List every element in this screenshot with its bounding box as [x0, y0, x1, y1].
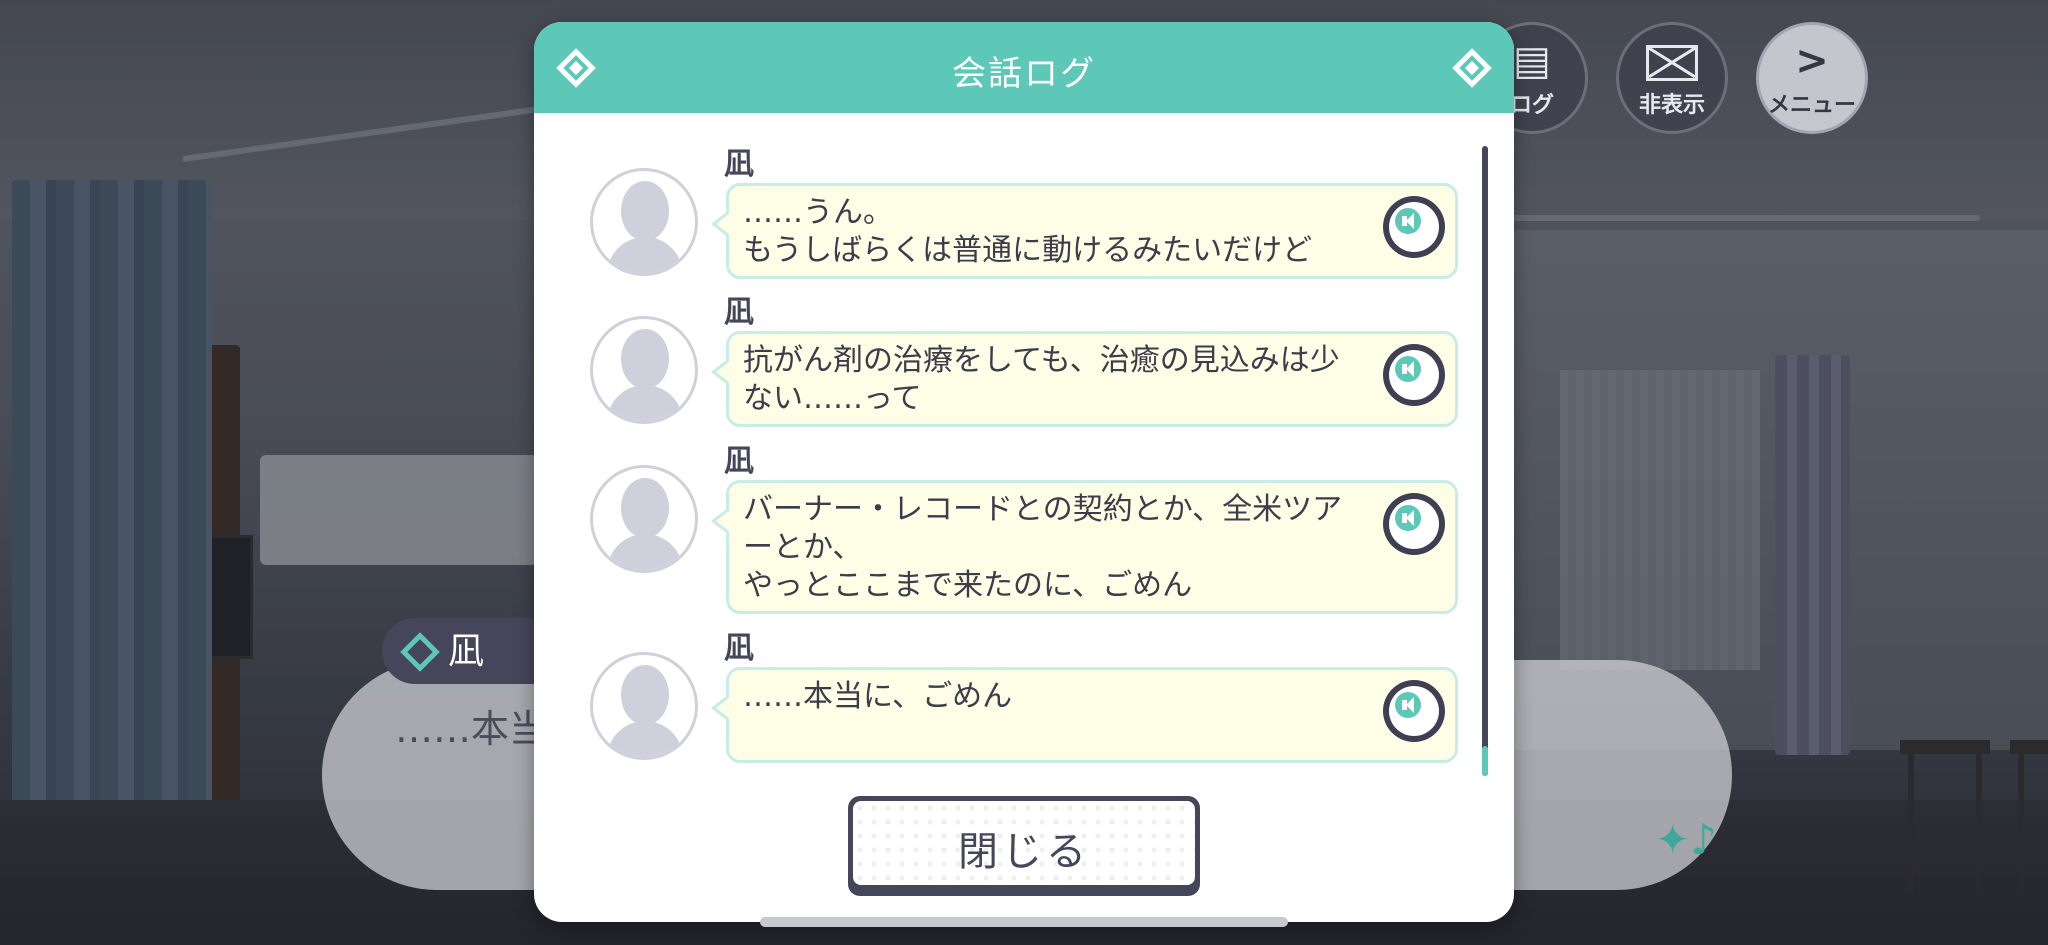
speaker-icon: [1395, 505, 1421, 531]
modal-header: 会話ログ: [534, 22, 1514, 113]
dialogue-speaker: 凪: [448, 631, 485, 672]
log-text: 抗がん剤の治療をしても、治癒の見込みは少 ない……って: [743, 343, 1340, 416]
log-speaker: 凪: [724, 147, 754, 182]
dialogue-text: ……本当: [395, 707, 548, 751]
log-speaker: 凪: [724, 444, 754, 479]
speaker-icon: [1395, 692, 1421, 718]
speaker-icon: [1395, 208, 1421, 234]
close-button[interactable]: 閉じる: [848, 796, 1200, 896]
menu-button[interactable]: > メニュー: [1756, 22, 1868, 134]
close-button-label: 閉じる: [958, 829, 1090, 875]
log-bubble: バーナー・レコードとの契約とか、全米ツア ーとか、 やっとここまで来たのに、ごめ…: [711, 480, 1458, 614]
scrollbar-thumb[interactable]: [1482, 746, 1488, 776]
log-bubble: 抗がん剤の治療をしても、治癒の見込みは少 ない……って: [711, 331, 1458, 427]
log-text: ……うん。 もうしばらくは普通に動けるみたいだけど: [743, 195, 1313, 268]
avatar: [590, 652, 698, 760]
log-bubble: ……うん。 もうしばらくは普通に動けるみたいだけど: [711, 183, 1458, 279]
voice-play-button[interactable]: [1383, 680, 1445, 742]
log-text: バーナー・レコードとの契約とか、全米ツア ーとか、 やっとここまで来たのに、ごめ…: [743, 492, 1343, 603]
log-list[interactable]: 凪 ……うん。 もうしばらくは普通に動けるみたいだけど 凪 抗がん剤の治療をして…: [534, 113, 1514, 803]
log-text: ……本当に、ごめん: [743, 679, 1013, 714]
avatar: [590, 316, 698, 424]
menu-button-label: メニュー: [1767, 93, 1856, 118]
log-speaker: 凪: [724, 295, 754, 330]
avatar: [590, 168, 698, 276]
conversation-log-modal: 会話ログ 凪 ……うん。 もうしばらくは普通に動けるみたいだけど 凪 抗がん剤の…: [534, 22, 1514, 922]
avatar: [590, 465, 698, 573]
scrollbar[interactable]: [1482, 146, 1488, 776]
modal-title: 会話ログ: [952, 54, 1096, 94]
hide-button[interactable]: 非表示: [1616, 22, 1728, 134]
chevron-right-icon: >: [1795, 38, 1829, 84]
voice-play-button[interactable]: [1383, 196, 1445, 258]
hide-button-label: 非表示: [1638, 93, 1705, 118]
diamond-icon: [400, 632, 440, 672]
music-note-icon[interactable]: ✦♪: [1655, 815, 1717, 864]
hide-x-icon: [1619, 39, 1725, 90]
home-indicator[interactable]: [760, 917, 1288, 927]
log-speaker: 凪: [724, 631, 754, 666]
voice-play-button[interactable]: [1383, 493, 1445, 555]
speaker-icon: [1395, 356, 1421, 382]
log-bubble: ……本当に、ごめん: [711, 667, 1458, 763]
voice-play-button[interactable]: [1383, 344, 1445, 406]
